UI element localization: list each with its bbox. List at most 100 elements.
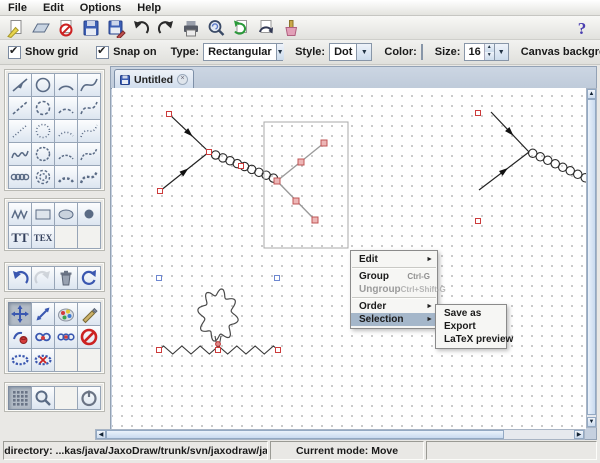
gluon-arc-tool-button[interactable] bbox=[54, 165, 78, 189]
style-label: Style: bbox=[295, 46, 325, 58]
menu-shortcut: Ctrl+Shift-G bbox=[401, 285, 449, 294]
move-tool-button[interactable] bbox=[8, 302, 32, 326]
scroll-right-icon[interactable]: ▶ bbox=[574, 430, 584, 439]
trash-tool-button[interactable] bbox=[54, 266, 78, 290]
context-menu-item-edit[interactable]: Edit► bbox=[351, 253, 437, 266]
undo-button[interactable] bbox=[128, 17, 153, 38]
chain-tool-button[interactable] bbox=[54, 325, 78, 349]
grid-toggle-tool-button[interactable] bbox=[8, 386, 32, 410]
color-swatch-button[interactable] bbox=[421, 44, 423, 60]
photon-loop-icon bbox=[33, 144, 53, 164]
submenu-arrow-icon: ► bbox=[426, 316, 433, 323]
grid-style-select[interactable]: Dot ▼ bbox=[329, 43, 372, 61]
edit-tool-button[interactable] bbox=[77, 302, 101, 326]
lupe-tool-button[interactable] bbox=[31, 386, 55, 410]
refresh-tool-button[interactable] bbox=[77, 266, 101, 290]
photon-loop-tool-button[interactable] bbox=[31, 142, 55, 166]
menu-help[interactable]: Help bbox=[137, 2, 161, 14]
scroll-down-icon[interactable]: ▼ bbox=[587, 417, 596, 427]
new-button[interactable] bbox=[3, 17, 28, 38]
horizontal-scrollbar[interactable]: ◀ ▶ bbox=[95, 429, 585, 440]
context-menu-item-group[interactable]: GroupCtrl-G bbox=[351, 270, 437, 283]
scroll-left-icon[interactable]: ◀ bbox=[96, 430, 106, 439]
context-menu-item-ungroup: UngroupCtrl+Shift-G bbox=[351, 283, 437, 296]
menu-edit[interactable]: Edit bbox=[43, 2, 64, 14]
grab-icon bbox=[10, 327, 30, 347]
blue-handle bbox=[275, 276, 280, 281]
horizontal-scroll-thumb[interactable] bbox=[106, 430, 504, 439]
photon-arc-tool-button[interactable] bbox=[54, 142, 78, 166]
print-button[interactable] bbox=[178, 17, 203, 38]
gluon-loop-tool-button[interactable] bbox=[31, 165, 55, 189]
box-tool-button[interactable] bbox=[31, 202, 55, 226]
submenu-item-export[interactable]: Export bbox=[436, 320, 506, 333]
resize-tool-button[interactable] bbox=[31, 302, 55, 326]
text-latex-tool-button[interactable]: TEX bbox=[31, 225, 55, 249]
gluon-line-tool-button[interactable] bbox=[8, 165, 32, 189]
context-menu-item-selection[interactable]: Selection► bbox=[351, 313, 437, 326]
vertical-scroll-thumb[interactable] bbox=[587, 99, 596, 415]
snap-on-checkbox[interactable] bbox=[96, 46, 109, 59]
submenu-item-save-as[interactable]: Save as bbox=[436, 307, 506, 320]
ghost-arc-tool-button[interactable] bbox=[54, 119, 78, 143]
zigzag-line-tool-button[interactable] bbox=[8, 202, 32, 226]
scalar-loop-tool-button[interactable] bbox=[31, 96, 55, 120]
tab-untitled[interactable]: Untitled × bbox=[114, 69, 194, 89]
spinner-arrows-icon[interactable]: ▲▼ bbox=[484, 44, 494, 60]
scroll-up-icon[interactable]: ▲ bbox=[587, 89, 596, 99]
show-grid-checkbox[interactable] bbox=[8, 46, 21, 59]
close-button[interactable] bbox=[53, 17, 78, 38]
undo-tool-button[interactable] bbox=[8, 266, 32, 290]
redo-tool-button[interactable] bbox=[31, 266, 55, 290]
duplicate-tool-button[interactable] bbox=[31, 325, 55, 349]
tool-group-action-tools bbox=[4, 262, 105, 292]
submenu-item-latex-preview[interactable]: LaTeX preview bbox=[436, 333, 506, 346]
grid-type-select[interactable]: Rectangular ▼ bbox=[203, 43, 283, 61]
scalar-arc-tool-button[interactable] bbox=[54, 96, 78, 120]
fermion-arc-tool-button[interactable] bbox=[54, 73, 78, 97]
photon-bezier-tool-button[interactable] bbox=[77, 142, 101, 166]
clear-button[interactable] bbox=[278, 17, 303, 38]
open-icon bbox=[31, 18, 51, 38]
revert-button[interactable] bbox=[253, 17, 278, 38]
photon-line-tool-button[interactable] bbox=[8, 142, 32, 166]
menu-options[interactable]: Options bbox=[80, 2, 122, 14]
menu-file[interactable]: File bbox=[8, 2, 27, 14]
ungroup-oval-tool-button[interactable] bbox=[31, 348, 55, 372]
scalar-line-tool-button[interactable] bbox=[8, 96, 32, 120]
fermion-bezier-tool-button[interactable] bbox=[77, 73, 101, 97]
preview-button[interactable] bbox=[203, 17, 228, 38]
color-tool-button[interactable] bbox=[54, 302, 78, 326]
blob-tool-button[interactable] bbox=[54, 202, 78, 226]
refresh-button[interactable] bbox=[228, 17, 253, 38]
ghost-bezier-tool-button[interactable] bbox=[77, 119, 101, 143]
gluon-bezier-tool-button[interactable] bbox=[77, 165, 101, 189]
open-button[interactable] bbox=[28, 17, 53, 38]
fermion-loop-tool-button[interactable] bbox=[31, 73, 55, 97]
group-oval-tool-button[interactable] bbox=[8, 348, 32, 372]
help-button[interactable]: ? bbox=[569, 17, 594, 38]
ghost-loop-icon bbox=[33, 121, 53, 141]
save-button[interactable] bbox=[78, 17, 103, 38]
fermion-line-tool-button[interactable] bbox=[8, 73, 32, 97]
ghost-loop-tool-button[interactable] bbox=[31, 119, 55, 143]
scalar-bezier-tool-button[interactable] bbox=[77, 96, 101, 120]
trash-icon bbox=[56, 268, 76, 288]
drawing-canvas[interactable] bbox=[112, 88, 586, 429]
vertex-dot-tool-button[interactable] bbox=[77, 202, 101, 226]
redo-button[interactable] bbox=[153, 17, 178, 38]
grab-tool-button[interactable] bbox=[8, 325, 32, 349]
forbidden-tool-button[interactable] bbox=[77, 325, 101, 349]
power-tool-button[interactable] bbox=[77, 386, 101, 410]
redo-icon bbox=[156, 18, 176, 38]
vertical-scrollbar[interactable]: ▲ ▼ bbox=[586, 88, 597, 428]
ghost-line-tool-button[interactable] bbox=[8, 119, 32, 143]
snap-on-label: Snap on bbox=[113, 46, 156, 58]
save-as-button[interactable] bbox=[103, 17, 128, 38]
close-icon[interactable]: × bbox=[177, 74, 188, 85]
context-menu-item-order[interactable]: Order► bbox=[351, 300, 437, 313]
red-handle bbox=[476, 111, 481, 116]
red-handle bbox=[207, 150, 212, 155]
text-tt-tool-button[interactable]: TT bbox=[8, 225, 32, 249]
size-spinner[interactable]: 16 ▲▼ ▼ bbox=[464, 43, 508, 61]
